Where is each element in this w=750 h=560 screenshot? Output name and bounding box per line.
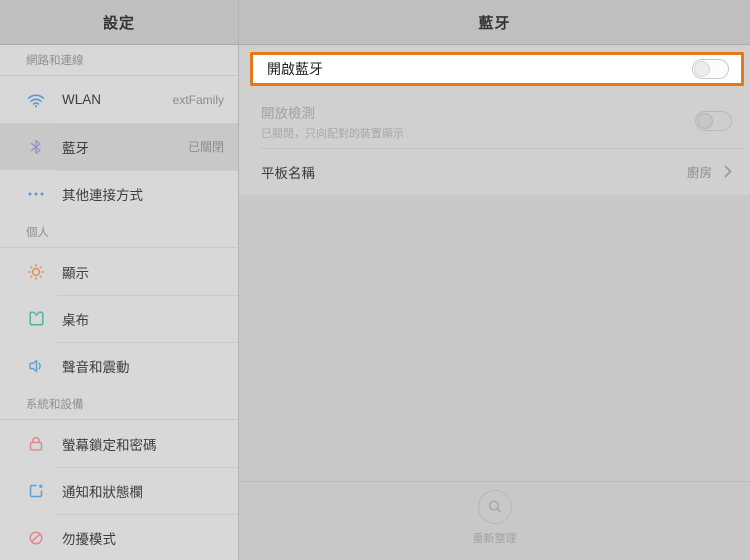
section-system-label: 系統和設備	[0, 388, 238, 420]
section-personal-label: 個人	[0, 216, 238, 248]
refresh-icon	[486, 498, 504, 516]
bluetooth-toggle[interactable]	[692, 59, 729, 79]
sidebar-item-label: 螢幕鎖定和密碼	[62, 437, 157, 453]
sidebar: 設定 網路和連線 WLAN extFamily 藍牙 已關閉 其他連接方式 個人…	[0, 0, 239, 560]
sidebar-item-other-connections[interactable]: 其他連接方式	[0, 170, 238, 217]
bluetooth-enable-label: 開啟藍牙	[267, 61, 323, 77]
sidebar-item-label: 勿擾模式	[62, 531, 116, 547]
sidebar-item-wallpaper[interactable]: 桌布	[0, 295, 238, 342]
panel-empty-area: 重新整理	[239, 195, 750, 560]
bluetooth-settings-group: 開啟藍牙 開放檢測 已關閉，只向配對的裝置顯示 平板名稱 廚房	[239, 45, 750, 195]
sidebar-item-label: 藍牙	[62, 140, 89, 156]
device-name-label: 平板名稱	[261, 165, 315, 181]
discoverable-toggle	[695, 111, 732, 131]
sidebar-item-lockscreen[interactable]: 螢幕鎖定和密碼	[0, 420, 238, 467]
section-network-label: 網路和連線	[0, 45, 238, 76]
discoverable-row: 開放檢測 已關閉，只向配對的裝置顯示	[239, 94, 750, 148]
sidebar-item-bluetooth[interactable]: 藍牙 已關閉	[0, 123, 238, 170]
sidebar-item-label: 其他連接方式	[62, 187, 143, 203]
refresh-button[interactable]	[477, 490, 512, 524]
device-name-value: 廚房	[686, 166, 712, 180]
notifications-icon	[26, 481, 46, 501]
sidebar-item-dnd[interactable]: 勿擾模式	[0, 514, 238, 560]
page-title: 藍牙	[239, 0, 750, 45]
bluetooth-panel: 藍牙 開啟藍牙 開放檢測 已關閉，只向配對的裝置顯示 平板名稱 廚房 重新整理	[239, 0, 750, 560]
toggle-knob	[697, 113, 713, 129]
sidebar-item-label: 桌布	[62, 312, 89, 328]
discoverable-subtitle: 已關閉，只向配對的裝置顯示	[261, 127, 404, 140]
sidebar-item-sound[interactable]: 聲音和震動	[0, 342, 238, 389]
sidebar-item-display[interactable]: 顯示	[0, 248, 238, 295]
device-name-row[interactable]: 平板名稱 廚房	[239, 149, 750, 194]
sidebar-title: 設定	[0, 0, 238, 45]
display-icon	[26, 262, 46, 282]
sound-icon	[26, 356, 46, 376]
sidebar-item-label: WLAN	[62, 92, 102, 107]
wifi-icon	[26, 90, 46, 110]
sidebar-item-label: 通知和狀態欄	[62, 484, 143, 500]
settings-app: 設定 網路和連線 WLAN extFamily 藍牙 已關閉 其他連接方式 個人…	[0, 0, 750, 560]
wallpaper-icon	[26, 309, 46, 329]
chevron-right-icon	[724, 165, 732, 178]
sidebar-item-wlan[interactable]: WLAN extFamily	[0, 76, 238, 123]
discoverable-label: 開放檢測	[261, 105, 315, 121]
more-connections-icon	[26, 184, 46, 204]
sidebar-item-value: extFamily	[172, 92, 224, 107]
dnd-icon	[26, 528, 46, 548]
sidebar-item-value: 已關閉	[187, 140, 224, 154]
toggle-knob	[694, 61, 710, 77]
refresh-bar: 重新整理	[239, 481, 750, 560]
sidebar-item-label: 顯示	[62, 265, 89, 281]
sidebar-item-label: 聲音和震動	[62, 359, 130, 375]
bluetooth-enable-row[interactable]: 開啟藍牙	[250, 52, 744, 86]
sidebar-item-notifications[interactable]: 通知和狀態欄	[0, 467, 238, 514]
lock-icon	[26, 434, 46, 454]
refresh-label: 重新整理	[472, 533, 517, 545]
bluetooth-icon	[26, 137, 46, 157]
